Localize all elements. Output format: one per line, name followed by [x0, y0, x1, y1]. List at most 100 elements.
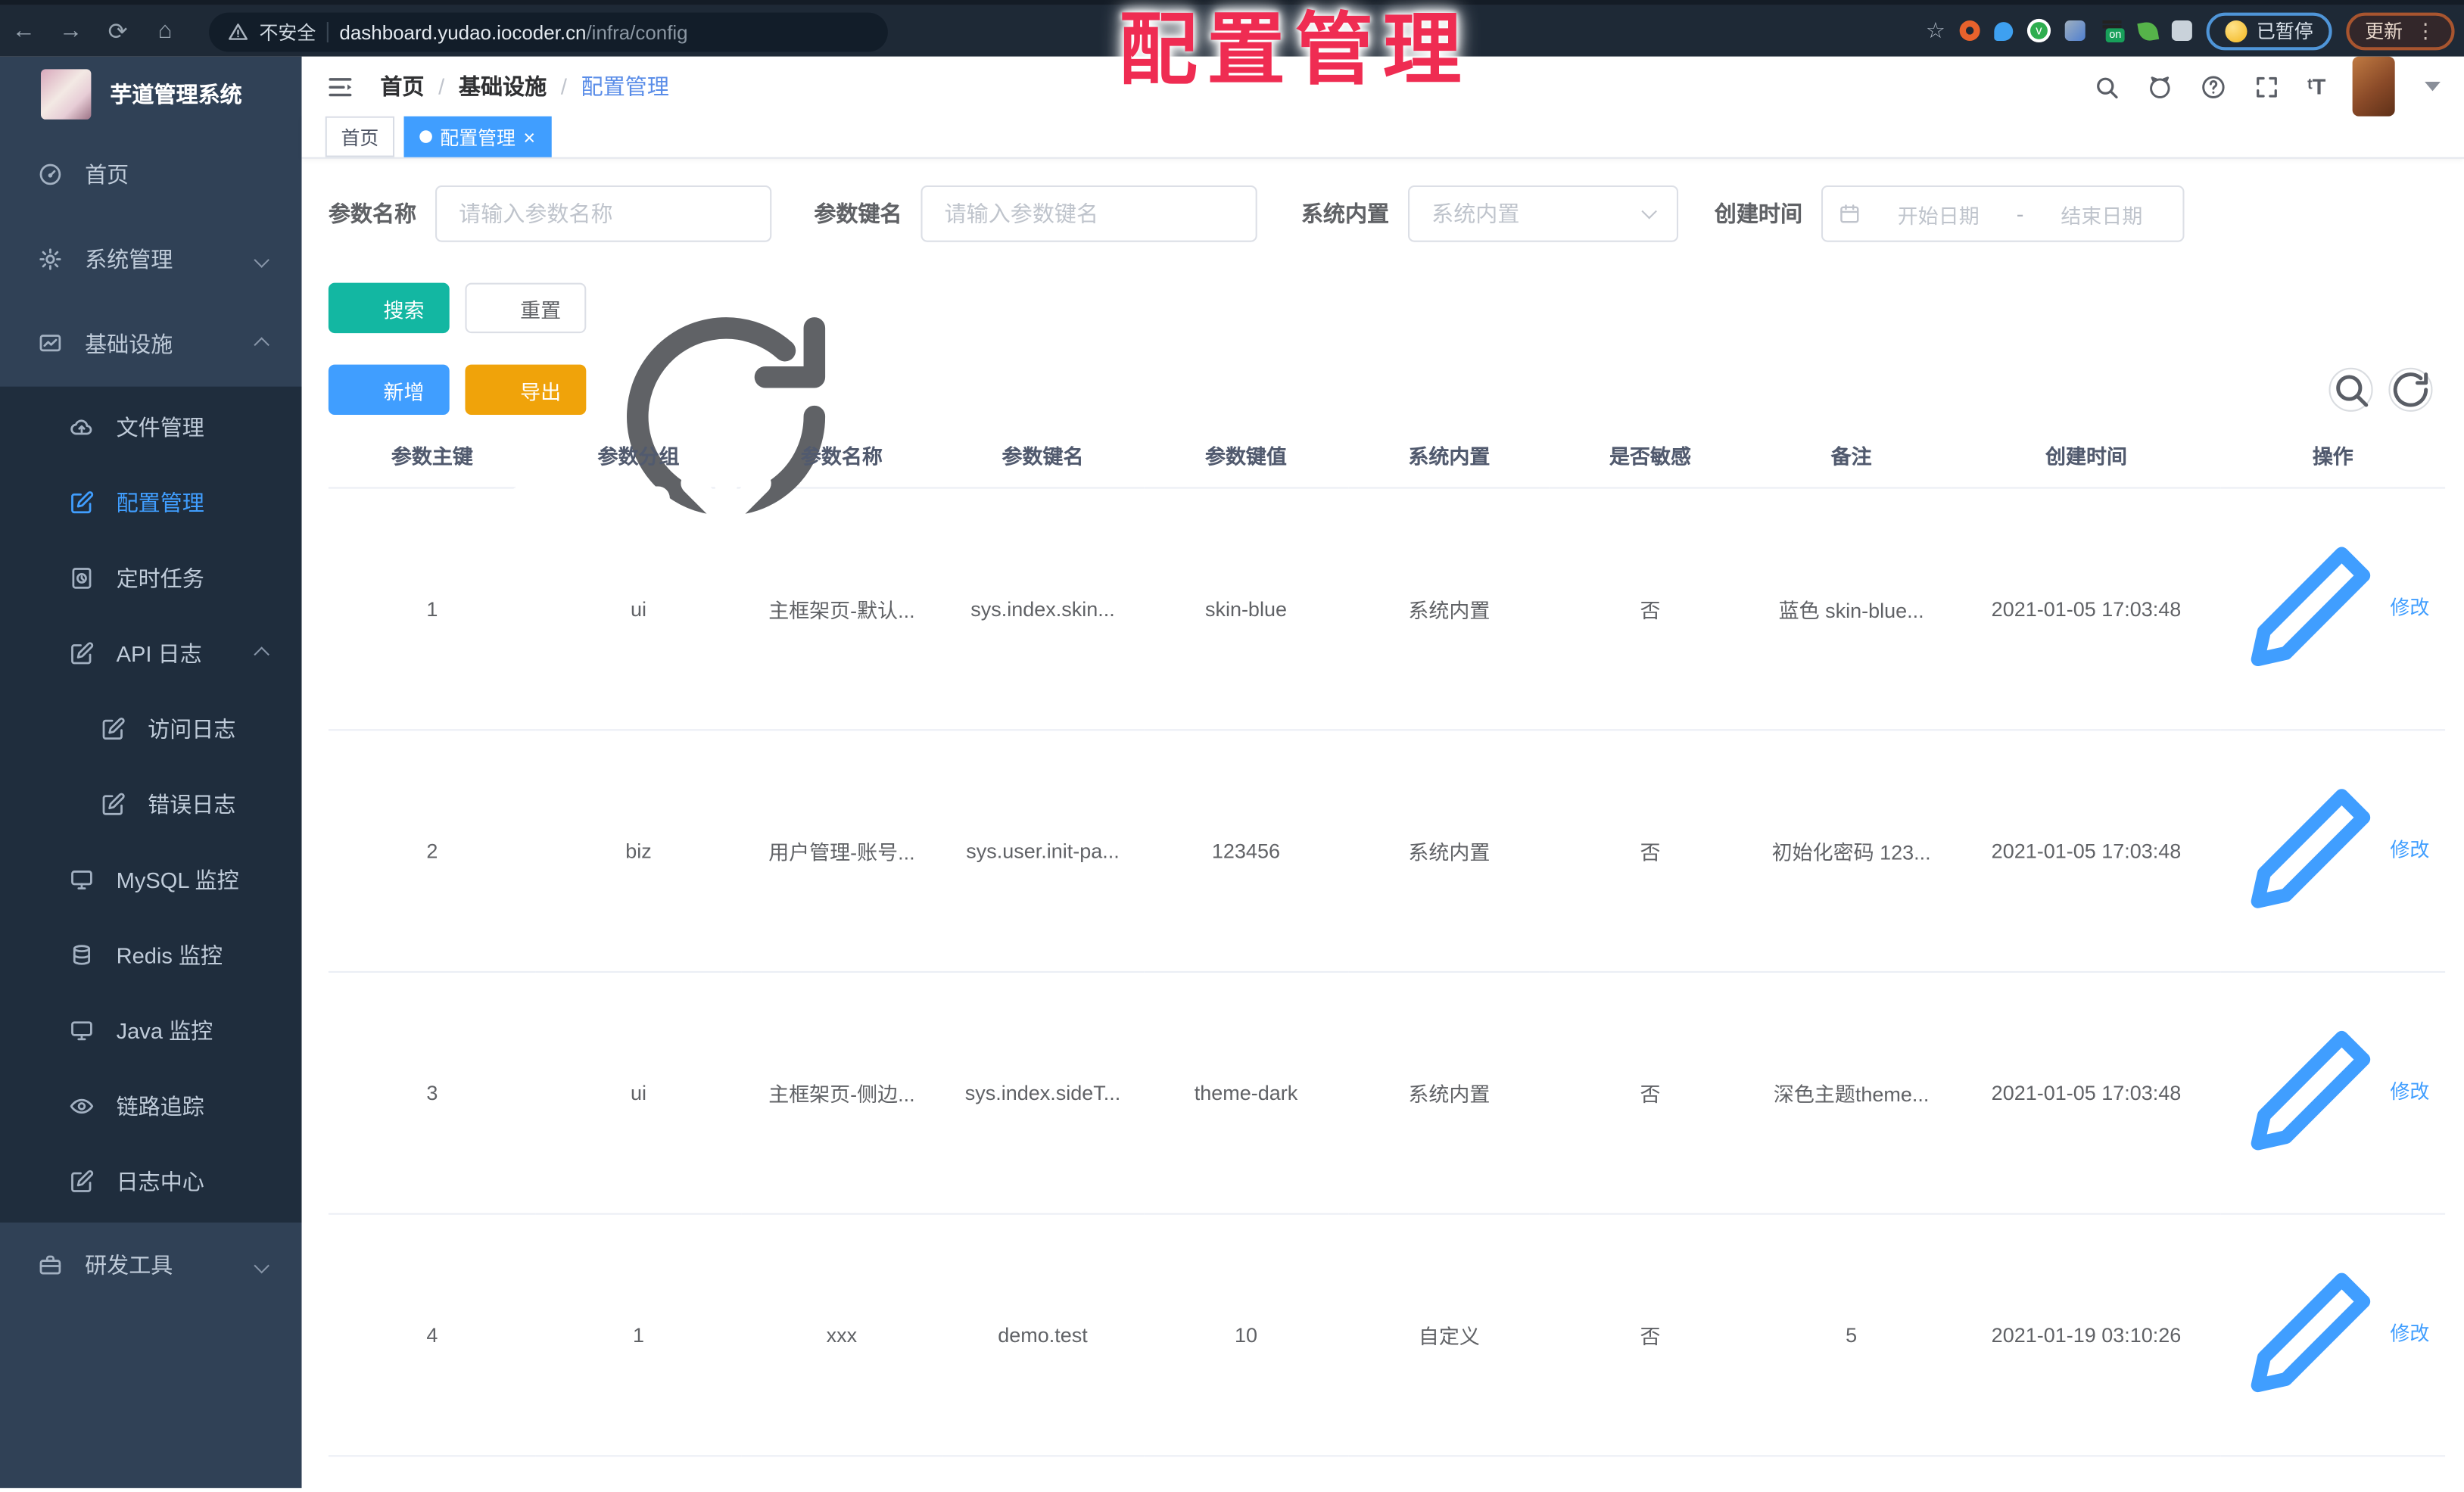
param-key-input[interactable] — [920, 185, 1257, 242]
sidebar-item-java-monitor[interactable]: Java 监控 — [0, 993, 302, 1069]
browser-update-button[interactable]: 更新 ⋮ — [2346, 11, 2455, 50]
refresh-icon — [2390, 369, 2431, 410]
table-cell: 主框架页-侧边... — [741, 970, 942, 1214]
url-host: dashboard.yudao.iocoder.cn — [339, 21, 587, 44]
sidebar-item-api-logs[interactable]: API 日志 — [0, 616, 302, 692]
table-cell: 自定义 — [1348, 1455, 1550, 1492]
table-header-cell: 参数键值 — [1143, 424, 1349, 488]
navbar-actions: ᵗT — [2094, 56, 2441, 117]
pencil-icon — [2236, 488, 2385, 724]
table-cell: 否 — [1550, 487, 1751, 730]
table-cell: 2 — [328, 729, 536, 972]
table-cell: 5 — [328, 1455, 536, 1492]
edit-row-link[interactable]: 修改 — [2236, 488, 2429, 724]
sidebar-submenu-infra: 文件管理 配置管理 定时任务 API 日志 访问日志 错误日志 MySQL 监控… — [0, 386, 302, 1223]
table-header-cell: 系统内置 — [1348, 424, 1550, 488]
table-row: 2 biz 用户管理-账号... sys.user.init-pa... 123456 系… — [328, 729, 2446, 972]
extensions-puzzle-icon[interactable] — [2171, 20, 2192, 41]
bookmark-star-icon[interactable]: ☆ — [1926, 17, 1945, 44]
edit-row-link[interactable]: 修改 — [2236, 972, 2429, 1207]
github-icon[interactable] — [2148, 73, 2174, 100]
table-header-cell: 是否敏感 — [1550, 424, 1751, 488]
toggle-search-button[interactable] — [2328, 367, 2373, 412]
reset-button[interactable]: 重置 — [465, 282, 586, 333]
table-cell-operations: 修改删除 — [2220, 487, 2446, 730]
edit-row-link[interactable]: 修改 — [2236, 1214, 2429, 1450]
sidebar-logo[interactable]: 芋道管理系统 — [0, 57, 302, 132]
table-cell: xxx — [1143, 1455, 1349, 1492]
calendar-icon — [1839, 203, 1861, 225]
param-name-input[interactable] — [435, 185, 772, 242]
infra-monitor-icon — [38, 332, 63, 357]
table-cell: xxx — [535, 1455, 742, 1492]
table-cell: skin-blue — [1143, 487, 1349, 730]
sidebar-item-error-logs[interactable]: 错误日志 — [0, 767, 302, 843]
tag-home[interactable]: 首页 — [325, 116, 395, 157]
extension-pin-icon[interactable] — [1994, 21, 2014, 40]
sidebar-item-trace[interactable]: 链路追踪 — [0, 1069, 302, 1145]
extension-on-badge-icon[interactable]: on — [2099, 19, 2125, 42]
extension-leaf-icon[interactable] — [2137, 20, 2160, 42]
extension-paused-pill[interactable]: 已暂停 — [2206, 11, 2332, 50]
breadcrumb-separator: / — [560, 73, 567, 99]
font-size-icon[interactable]: ᵗT — [2307, 74, 2325, 99]
date-range-separator: - — [2016, 201, 2024, 226]
browser-home-icon[interactable]: ⌂ — [142, 17, 188, 44]
table-cell: 用户管理-账号... — [741, 729, 942, 972]
browser-back-icon[interactable]: ← — [0, 17, 47, 44]
sidebar-item-label: API 日志 — [116, 640, 202, 667]
emoji-face-icon — [2225, 19, 2248, 42]
browser-forward-icon[interactable]: → — [47, 17, 94, 44]
table-cell: 5 — [1750, 1213, 1952, 1456]
table-cell: theme-dark — [1143, 970, 1349, 1214]
sidebar-item-scheduled-tasks[interactable]: 定时任务 — [0, 540, 302, 616]
sidebar-item-access-logs[interactable]: 访问日志 — [0, 691, 302, 767]
browser-reload-icon[interactable]: ⟳ — [95, 17, 142, 45]
close-icon[interactable]: × — [523, 126, 535, 147]
table-cell: biz — [535, 729, 742, 972]
gear-icon — [38, 247, 63, 272]
table-cell: 系统内置 — [1348, 487, 1550, 730]
browser-menu-icon[interactable]: ⋮ — [2416, 18, 2436, 43]
add-button[interactable]: 新增 — [328, 364, 450, 415]
help-question-icon[interactable] — [2201, 73, 2227, 100]
export-button[interactable]: 导出 — [465, 364, 586, 415]
avatar-caret-down-icon[interactable] — [2425, 81, 2441, 92]
sidebar-toggle-hamburger-icon[interactable] — [326, 73, 355, 100]
search-button[interactable]: 搜索 — [328, 282, 450, 333]
breadcrumb-home[interactable]: 首页 — [380, 70, 424, 102]
sidebar-item-system[interactable]: 系统管理 — [0, 216, 302, 301]
not-secure-label: 不安全 — [259, 22, 316, 45]
sidebar-item-label: 配置管理 — [116, 490, 204, 516]
sidebar-item-config-management[interactable]: 配置管理 — [0, 465, 302, 540]
edit-row-link[interactable]: 修改 — [2236, 1456, 2429, 1492]
sidebar-item-mysql-monitor[interactable]: MySQL 监控 — [0, 843, 302, 918]
extension-orange-icon[interactable] — [1959, 20, 1980, 41]
update-label: 更新 — [2365, 20, 2403, 43]
sidebar-item-redis-monitor[interactable]: Redis 监控 — [0, 917, 302, 993]
user-avatar[interactable] — [2352, 56, 2395, 117]
table-cell-operations: 修改删除 — [2220, 729, 2446, 972]
sidebar-item-dev-tools[interactable]: 研发工具 — [0, 1223, 302, 1307]
table-cell: sys.index.sideT... — [942, 970, 1144, 1214]
sidebar-item-log-center[interactable]: 日志中心 — [0, 1144, 302, 1219]
edit-row-link[interactable]: 修改 — [2236, 730, 2429, 965]
builtin-select[interactable]: 系统内置 — [1408, 185, 1679, 242]
extension-green-check-icon[interactable]: v — [2026, 18, 2051, 43]
address-bar[interactable]: 不安全 dashboard.yudao.iocoder.cn/infra/con… — [209, 12, 888, 52]
sidebar-item-file-management[interactable]: 文件管理 — [0, 390, 302, 466]
refresh-table-button[interactable] — [2388, 367, 2433, 412]
sidebar-item-home[interactable]: 首页 — [0, 132, 302, 216]
sidebar-item-infra[interactable]: 基础设施 — [0, 302, 302, 387]
table-cell: 4 — [328, 1213, 536, 1456]
table-cell: xxx — [741, 1213, 942, 1456]
table-cell: demo.test — [942, 1213, 1144, 1456]
tag-config-management[interactable]: 配置管理 × — [403, 116, 551, 157]
breadcrumb-separator: / — [438, 73, 445, 99]
date-range-picker[interactable]: 开始日期 - 结束日期 — [1821, 185, 2185, 242]
fullscreen-icon[interactable] — [2254, 73, 2281, 100]
breadcrumb-infra[interactable]: 基础设施 — [459, 70, 547, 102]
sidebar-item-label: 文件管理 — [116, 415, 204, 441]
search-icon[interactable] — [2094, 73, 2120, 100]
extension-gray-icon[interactable] — [2064, 20, 2086, 41]
